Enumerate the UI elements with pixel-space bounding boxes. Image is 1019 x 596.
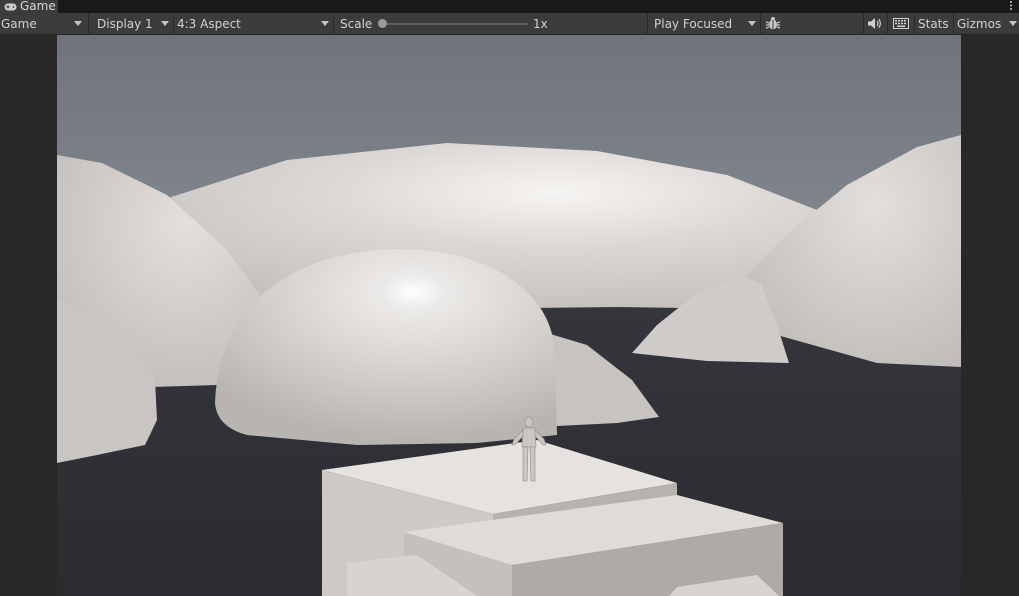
scale-value-text: 1x [533, 16, 548, 31]
keyboard-icon[interactable] [893, 18, 909, 29]
chevron-down-icon [74, 21, 82, 26]
gizmos-button[interactable]: Gizmos [957, 13, 1004, 34]
scale-slider-track[interactable] [383, 23, 528, 25]
scale-label: Scale [340, 13, 376, 34]
chevron-down-icon [321, 21, 329, 26]
chevron-down-icon[interactable] [1009, 21, 1017, 26]
game-view-toolbar: Game Display 1 4:3 Aspect Scale 1x Play … [0, 13, 1019, 35]
scale-value: 1x [533, 13, 553, 34]
play-mode-dropdown[interactable]: Play Focused [654, 13, 759, 34]
audio-icon[interactable] [867, 17, 882, 30]
divider [914, 13, 915, 34]
divider [333, 13, 334, 34]
stats-button[interactable]: Stats [918, 13, 952, 34]
divider [863, 13, 864, 34]
divider [647, 13, 648, 34]
game-viewport[interactable] [57, 35, 961, 596]
scale-slider-thumb[interactable] [378, 19, 387, 28]
play-mode-label: Play Focused [654, 16, 733, 31]
divider [887, 13, 888, 34]
bug-icon[interactable] [765, 16, 781, 31]
divider [88, 13, 89, 34]
tab-game[interactable]: Game [0, 0, 58, 13]
aspect-dropdown[interactable]: 4:3 Aspect [177, 13, 332, 34]
chevron-down-icon [748, 21, 756, 26]
aspect-label: 4:3 Aspect [177, 16, 241, 31]
gamepad-icon [4, 3, 17, 10]
tab-strip: Game [0, 0, 1019, 13]
divider [760, 13, 761, 34]
view-mode-label: Game [1, 16, 37, 31]
chevron-down-icon [161, 21, 169, 26]
stats-label: Stats [918, 16, 949, 31]
divider [173, 13, 174, 34]
scene-render [57, 35, 961, 596]
scale-label-text: Scale [340, 16, 373, 31]
divider [953, 13, 954, 34]
more-options-icon[interactable] [1009, 0, 1013, 13]
display-label: Display 1 [97, 16, 153, 31]
gizmos-label: Gizmos [957, 16, 1002, 31]
tab-title: Game [20, 0, 56, 13]
